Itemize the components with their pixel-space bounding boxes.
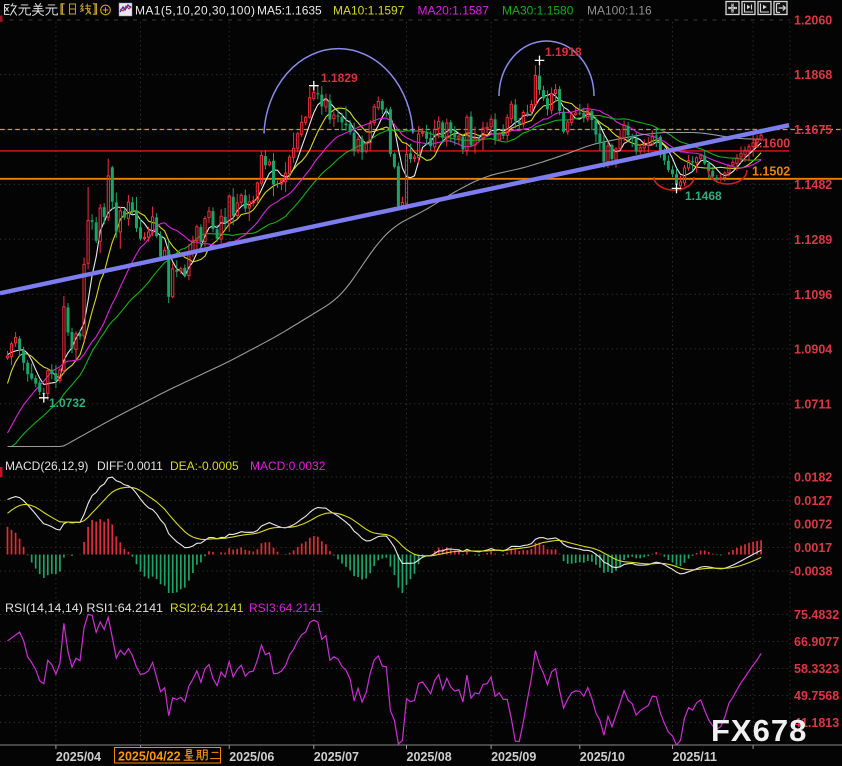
svg-text:2025/04/22: 2025/04/22 bbox=[118, 750, 181, 764]
svg-text:MACD:0.0032: MACD:0.0032 bbox=[250, 459, 326, 473]
svg-text:1.0904: 1.0904 bbox=[794, 343, 832, 357]
svg-text:1.1482: 1.1482 bbox=[794, 178, 832, 192]
svg-text:1.1918: 1.1918 bbox=[545, 45, 582, 59]
svg-text:2025/11: 2025/11 bbox=[673, 750, 718, 764]
svg-text:MACD(26,12,9): MACD(26,12,9) bbox=[5, 459, 88, 473]
svg-text:1.0732: 1.0732 bbox=[49, 396, 86, 410]
svg-text:2025/09: 2025/09 bbox=[491, 750, 536, 764]
svg-text:-0.0038: -0.0038 bbox=[790, 564, 832, 578]
svg-text:1.1829: 1.1829 bbox=[321, 71, 358, 85]
svg-text:49.7568: 49.7568 bbox=[794, 689, 839, 703]
svg-text:DEA:-0.0005: DEA:-0.0005 bbox=[170, 459, 239, 473]
svg-text:1.0711: 1.0711 bbox=[794, 397, 832, 411]
svg-text:1.1289: 1.1289 bbox=[794, 233, 832, 247]
svg-text:DIFF:0.0011: DIFF:0.0011 bbox=[97, 459, 163, 473]
svg-text:2025/10: 2025/10 bbox=[580, 750, 625, 764]
svg-text:MA30:1.1580: MA30:1.1580 bbox=[502, 4, 574, 18]
svg-text:MA5:1.1635: MA5:1.1635 bbox=[257, 4, 322, 18]
svg-text:1.1675: 1.1675 bbox=[794, 123, 832, 137]
svg-text:MA100:1.16: MA100:1.16 bbox=[587, 4, 652, 18]
svg-text:MA10:1.1597: MA10:1.1597 bbox=[333, 4, 405, 18]
svg-text:0.0072: 0.0072 bbox=[794, 518, 832, 532]
svg-text:66.9077: 66.9077 bbox=[794, 635, 839, 649]
svg-text:2025/07: 2025/07 bbox=[314, 750, 359, 764]
svg-text:1.2060: 1.2060 bbox=[794, 14, 832, 28]
svg-text:2025/04: 2025/04 bbox=[56, 750, 101, 764]
svg-text:RSI(14,14,14) RSI1:64.2141: RSI(14,14,14) RSI1:64.2141 bbox=[5, 601, 163, 615]
svg-text:2025/08: 2025/08 bbox=[407, 750, 452, 764]
svg-text:75.4832: 75.4832 bbox=[794, 608, 839, 622]
svg-text:0.0182: 0.0182 bbox=[794, 471, 832, 485]
svg-text:1.1868: 1.1868 bbox=[794, 68, 832, 82]
svg-text:RSI3:64.2141: RSI3:64.2141 bbox=[249, 601, 323, 615]
svg-text:1.1096: 1.1096 bbox=[794, 288, 832, 302]
svg-text:0.0127: 0.0127 bbox=[794, 494, 832, 508]
svg-text:0.0017: 0.0017 bbox=[794, 541, 832, 555]
svg-text:MA1(5,10,20,30,100): MA1(5,10,20,30,100) bbox=[135, 4, 255, 18]
svg-text:FX678: FX678 bbox=[711, 713, 807, 748]
svg-text:58.3323: 58.3323 bbox=[794, 662, 839, 676]
svg-text:1.1502: 1.1502 bbox=[752, 165, 790, 179]
svg-text:MA20:1.1587: MA20:1.1587 bbox=[418, 4, 490, 18]
svg-text:1.1468: 1.1468 bbox=[685, 189, 722, 203]
svg-text:2025/06: 2025/06 bbox=[229, 750, 274, 764]
svg-text:1.1600: 1.1600 bbox=[752, 137, 790, 151]
svg-text:RSI2:64.2141: RSI2:64.2141 bbox=[170, 601, 244, 615]
